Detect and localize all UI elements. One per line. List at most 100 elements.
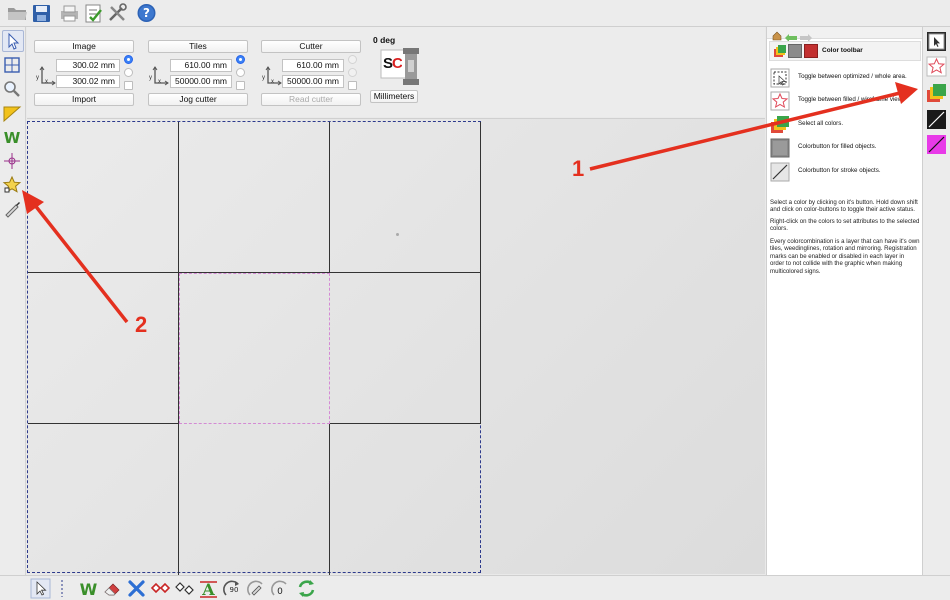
- red-nodes-icon[interactable]: [150, 578, 171, 599]
- svg-text:0: 0: [277, 587, 283, 597]
- checklist-icon[interactable]: [82, 2, 105, 24]
- layers-icon: [773, 44, 787, 63]
- stroke-color-item[interactable]: Colorbutton for stroke objects.: [770, 162, 920, 184]
- cutter-width-field[interactable]: 610.00 mm: [282, 59, 344, 72]
- tiles-radio-1[interactable]: [236, 55, 245, 64]
- item-text: Toggle between filled / wireframe view.: [798, 96, 904, 103]
- svg-text:W: W: [4, 129, 21, 147]
- zoom-tool-icon[interactable]: [2, 79, 24, 101]
- weeding-tool-icon[interactable]: W: [2, 127, 24, 149]
- crosshair-tool-icon[interactable]: [2, 151, 24, 173]
- tiles-group: Tiles y x 610.00 mm 50000.00 mm Jog cutt…: [147, 39, 263, 106]
- open-folder-icon[interactable]: [6, 2, 29, 24]
- red-color-swatch[interactable]: [804, 44, 818, 58]
- stroke-color-icon: [770, 162, 790, 182]
- fill-color-icon: [770, 138, 790, 158]
- import-button[interactable]: Import: [34, 93, 134, 106]
- image-radio-2[interactable]: [124, 68, 133, 77]
- toggle-area-item[interactable]: Toggle between optimized / whole area.: [770, 68, 920, 90]
- image-group: Image y x 300.02 mm 300.02 mm Import: [34, 39, 150, 106]
- magenta-stroke-icon[interactable]: [926, 134, 947, 155]
- weeding-icon[interactable]: W: [78, 578, 99, 599]
- image-checkbox[interactable]: [124, 81, 133, 90]
- tiles-button[interactable]: Tiles: [148, 40, 248, 53]
- tiles-height-field[interactable]: 50000.00 mm: [170, 75, 232, 88]
- svg-text:90: 90: [230, 586, 239, 594]
- item-text: Select all colors.: [798, 120, 844, 127]
- logo-text: SC: [383, 55, 403, 72]
- cutter-group: Cutter y x 610.00 mm 50000.00 mm Read cu…: [260, 39, 376, 106]
- rotate-90-icon[interactable]: 90: [222, 578, 243, 599]
- outline-nodes-icon[interactable]: [174, 578, 195, 599]
- drawing-canvas[interactable]: [27, 118, 765, 575]
- rotate-0-icon[interactable]: 0: [270, 578, 291, 599]
- panel-nav: [767, 27, 923, 42]
- axes-icon: y x: [149, 65, 169, 87]
- help-text: Right-click on the colors to set attribu…: [770, 218, 920, 233]
- tiles-radio-2[interactable]: [236, 68, 245, 77]
- cutter-checkbox[interactable]: [348, 81, 357, 90]
- delete-icon[interactable]: [126, 578, 147, 599]
- star-outline-icon: [770, 91, 790, 111]
- tile: [28, 273, 179, 424]
- image-button[interactable]: Image: [34, 40, 134, 53]
- cutter-logo[interactable]: SC: [379, 46, 419, 88]
- select-all-colors-item[interactable]: Select all colors.: [770, 115, 920, 137]
- rotation-label: 0 deg: [373, 35, 396, 45]
- cutter-height-field[interactable]: 50000.00 mm: [282, 75, 344, 88]
- cutter-radio-1[interactable]: [348, 55, 357, 64]
- tile: [330, 424, 481, 575]
- cutter-radio-2[interactable]: [348, 68, 357, 77]
- cutting-sheet: [27, 121, 481, 575]
- toggle-fill-item[interactable]: Toggle between filled / wireframe view.: [770, 91, 920, 113]
- image-radio-1[interactable]: [124, 55, 133, 64]
- select-area-icon[interactable]: [926, 31, 947, 52]
- item-text: Toggle between optimized / whole area.: [798, 73, 907, 80]
- refresh-icon[interactable]: [296, 578, 317, 599]
- tiles-width-field[interactable]: 610.00 mm: [170, 59, 232, 72]
- settings-panel: Image y x 300.02 mm 300.02 mm Import Til…: [27, 27, 765, 117]
- help-text: Select a color by clicking on it's butto…: [770, 199, 918, 214]
- left-toolbar: W: [0, 27, 26, 575]
- annotation-label-1: 1: [572, 156, 585, 181]
- svg-text:W: W: [80, 580, 98, 599]
- jog-cutter-button[interactable]: Jog cutter: [148, 93, 248, 106]
- svg-text:A: A: [201, 580, 215, 599]
- image-height-field[interactable]: 300.02 mm: [56, 75, 120, 88]
- text-tool-icon[interactable]: A: [198, 578, 219, 599]
- rotate-pen-icon[interactable]: [246, 578, 267, 599]
- grid-tool-icon[interactable]: [2, 55, 24, 77]
- eraser-icon[interactable]: [102, 578, 123, 599]
- bottom-toolbar: W A 90 0: [0, 575, 950, 600]
- right-toolbar: [922, 27, 950, 575]
- tiles-checkbox[interactable]: [236, 81, 245, 90]
- print-icon[interactable]: [58, 2, 81, 24]
- tile: [179, 122, 330, 273]
- layers-icon[interactable]: [926, 83, 947, 104]
- panel-header: Color toolbar: [769, 41, 921, 61]
- annotation-label-2: 2: [135, 312, 148, 337]
- gray-color-swatch[interactable]: [788, 44, 802, 58]
- star-node-tool-icon[interactable]: [2, 175, 24, 197]
- axes-icon: y x: [262, 65, 282, 87]
- tools-icon[interactable]: [106, 2, 129, 24]
- fill-color-item[interactable]: Colorbutton for filled objects.: [770, 138, 920, 160]
- knife-tool-icon[interactable]: [2, 199, 24, 221]
- axes-icon: y x: [36, 65, 56, 87]
- units-button[interactable]: Millimeters: [370, 90, 418, 103]
- cutter-button[interactable]: Cutter: [261, 40, 361, 53]
- image-bounds: [179, 273, 330, 424]
- save-icon[interactable]: [30, 2, 53, 24]
- tile: [28, 122, 179, 273]
- item-text: Colorbutton for stroke objects.: [798, 167, 881, 174]
- pointer-tool-icon[interactable]: [2, 30, 24, 52]
- help-text: Every colorcombination is a layer that c…: [770, 238, 920, 275]
- stroke-color-icon[interactable]: [926, 109, 947, 130]
- tile: [330, 273, 481, 424]
- star-outline-icon[interactable]: [926, 56, 947, 77]
- pointer-tool-icon[interactable]: [30, 578, 51, 599]
- help-icon[interactable]: ?: [135, 2, 158, 24]
- ruler-tool-icon[interactable]: [2, 103, 24, 125]
- read-cutter-button[interactable]: Read cutter: [261, 93, 361, 106]
- image-width-field[interactable]: 300.02 mm: [56, 59, 120, 72]
